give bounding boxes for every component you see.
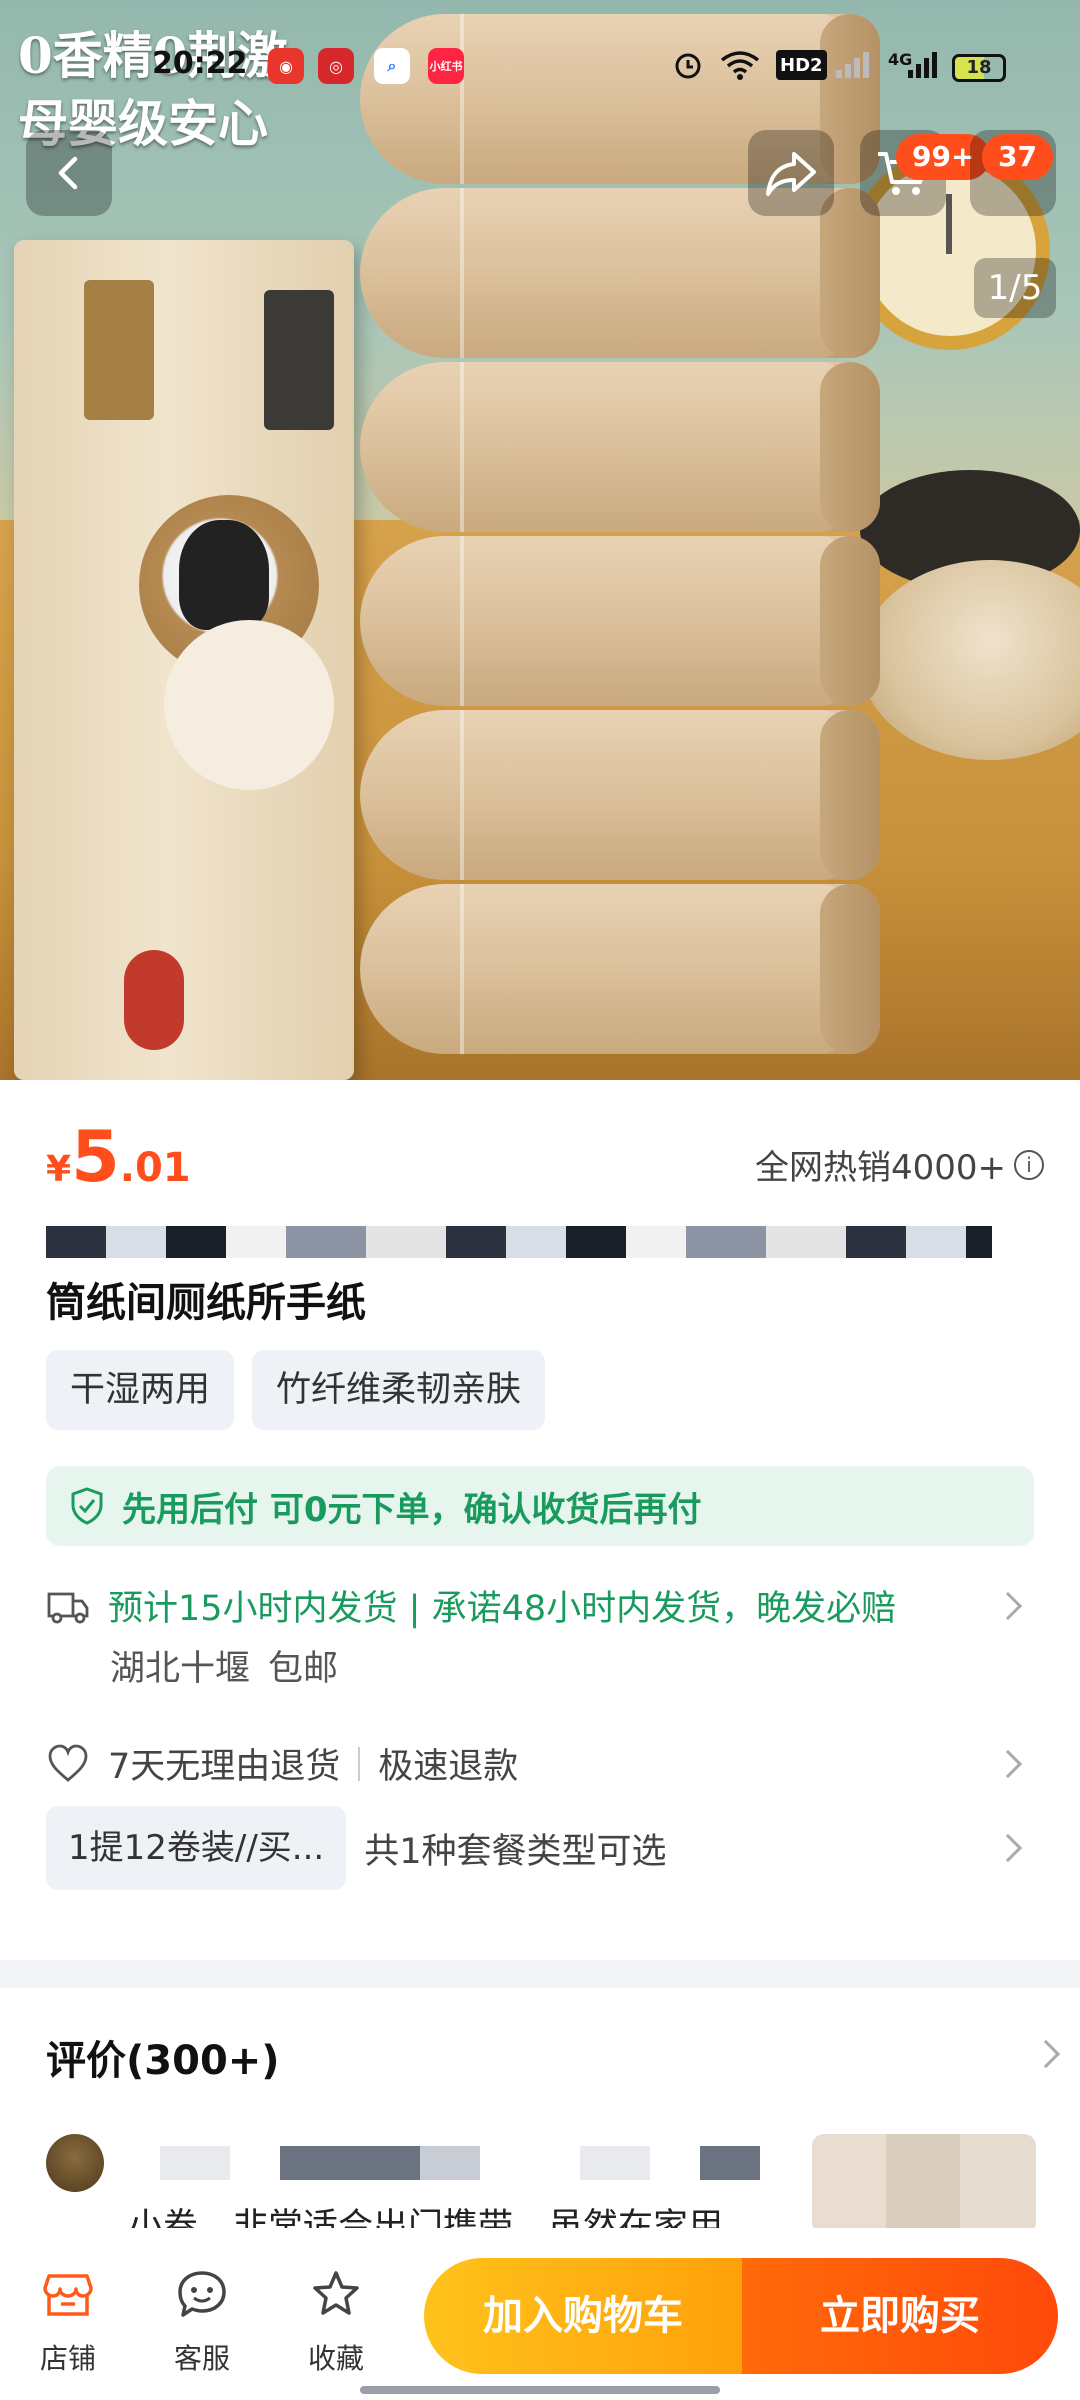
free-shipping: 包邮 [268,1649,339,1689]
signal-icon [834,50,874,80]
image-pager: 1/5 [974,258,1056,318]
reviews-section[interactable]: 评价(300+) 小卷，非常适合出门携带。虽然在家用 [0,1988,1080,2247]
pay-later-text: 先用后付 可0元下单，确认收货后再付 [122,1489,702,1530]
app-icon: ◎ [318,48,354,84]
buy-now-button[interactable]: 立即购买 [742,2258,1058,2374]
back-button[interactable] [26,130,112,216]
shipping-row[interactable]: 预计15小时内发货 | 承诺48小时内发货，晚发必赔 [46,1580,1034,1631]
shipping-text: 预计15小时内发货 | 承诺48小时内发货，晚发必赔 [108,1589,897,1629]
feature-tag[interactable]: 干湿两用 [46,1350,235,1430]
alarm-icon [672,50,704,80]
count-tag [84,280,154,420]
return-policy-row-inner[interactable]: 7天无理由退货 极速退款 [46,1738,1034,1789]
pay-later-banner[interactable]: 先用后付 可0元下单，确认收货后再付 [46,1466,1034,1546]
sales-count[interactable]: 全网热销4000+ i [755,1140,1044,1189]
wifi-icon [720,50,760,80]
tissue-roll [360,710,880,880]
chevron-right-icon [1031,2039,1061,2069]
price-decimal: .01 [119,1145,191,1191]
shop-label: 店铺 [39,2342,96,2375]
package-chip[interactable]: 1提12卷装//买... [46,1806,347,1890]
status-time: 20:22 [152,46,248,81]
avatar [46,2134,104,2192]
product-info-card: ¥5.01 全网热销4000+ i 筒纸间厕纸所手纸 干湿两用 竹纤维柔韧亲肤 … [0,1080,1080,1960]
truck-icon [47,1592,89,1623]
favorite-label: 收藏 [307,2342,364,2375]
shop-icon [43,2274,93,2316]
refund-policy: 极速退款 [378,1747,519,1787]
price-integer: 5 [71,1116,120,1198]
package-options: 共1种套餐类型可选 [364,1831,667,1872]
weibo-icon: ◉ [268,48,304,84]
price-currency: ¥ [46,1149,72,1190]
shop-button[interactable]: 店铺 [18,2268,118,2377]
share-button[interactable] [748,130,834,216]
home-indicator[interactable] [360,2386,720,2394]
tissue-roll [360,884,880,1054]
favorite-button[interactable]: 收藏 [286,2268,386,2377]
divider [358,1746,361,1781]
tissue-package-image [14,240,354,1080]
price: ¥5.01 [46,1116,191,1198]
bottom-action-bar: 店铺 客服 收藏 加入购物车 立即购买 [0,2228,1080,2400]
redacted-reviewer-name [120,2146,760,2180]
brand-tag [264,290,334,430]
heart-icon [48,1744,88,1782]
return-policy: 7天无理由退货 [108,1747,341,1787]
hd-voice-badge: HD2 [776,50,827,80]
red-seal [124,950,184,1050]
chat-bubble-icon [178,2271,226,2317]
shield-check-icon [71,1487,103,1525]
star-icon [313,2271,359,2315]
label-circle [164,620,334,790]
panda-illustration [179,520,269,630]
add-to-cart-button[interactable]: 加入购物车 [424,2258,742,2374]
package-row[interactable]: 1提12卷装//买... 共1种套餐类型可选 [46,1806,1034,1890]
reviews-heading: 评价(300+) [46,2038,280,2084]
search-app-icon: ⌕ [374,48,410,84]
info-icon: i [1014,1149,1044,1180]
service-button[interactable]: 客服 [152,2268,252,2377]
chevron-right-icon [993,1833,1023,1863]
review-image[interactable] [812,2134,1036,2234]
back-arrow-icon [58,156,78,190]
ship-from: 湖北十堰 [110,1649,251,1689]
redacted-title-line [46,1226,992,1258]
ship-from-row: 湖北十堰 包邮 [46,1640,1034,1691]
xiaohongshu-icon: 小红书 [428,48,464,84]
service-label: 客服 [173,2342,230,2375]
share-icon [766,152,816,196]
tissue-roll [360,536,880,706]
chevron-right-icon [993,1591,1023,1620]
product-title: 筒纸间厕纸所手纸 [46,1280,366,1326]
feature-tag[interactable]: 竹纤维柔韧亲肤 [252,1350,546,1430]
status-bar: 20:22 ◉ ◎ ⌕ 小红书 HD2 4G 18 [0,0,1080,84]
chevron-right-icon [993,1749,1023,1778]
battery-indicator: 18 [952,54,1006,82]
signal-icon-2 [906,50,940,80]
sales-text: 全网热销4000+ [754,1148,1006,1188]
message-count-badge: 37 [982,134,1053,180]
tissue-roll [360,362,880,532]
